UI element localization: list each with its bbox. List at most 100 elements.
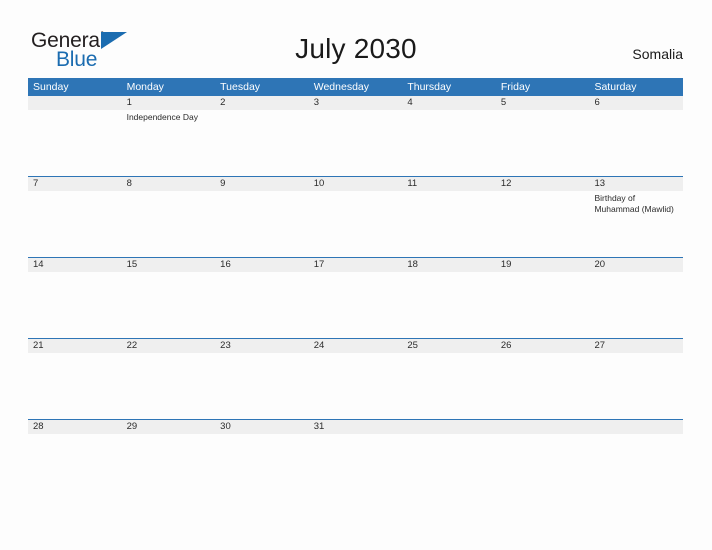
day-number[interactable]: 18 <box>402 258 496 272</box>
day-cell[interactable] <box>122 434 216 500</box>
day-cell[interactable] <box>402 272 496 338</box>
day-number[interactable]: 7 <box>28 177 122 191</box>
day-number[interactable]: 29 <box>122 420 216 434</box>
day-number-empty <box>589 420 683 434</box>
weekday-header-wednesday: Wednesday <box>313 81 369 93</box>
day-cell[interactable] <box>402 353 496 419</box>
day-cell[interactable] <box>215 272 309 338</box>
day-number[interactable]: 20 <box>589 258 683 272</box>
day-number[interactable]: 24 <box>309 339 403 353</box>
day-number-empty <box>496 420 590 434</box>
day-cell[interactable] <box>589 272 683 338</box>
day-number[interactable]: 13 <box>589 177 683 191</box>
day-cell[interactable] <box>28 434 122 500</box>
weekday-header-saturday: Saturday <box>594 81 637 93</box>
day-cell[interactable] <box>309 272 403 338</box>
calendar-week-row: 28 29 30 31 <box>28 419 683 500</box>
day-number[interactable]: 4 <box>402 96 496 110</box>
week-event-band: Birthday of Muhammad (Mawlid) <box>28 191 683 257</box>
day-number[interactable]: 10 <box>309 177 403 191</box>
calendar-week-row: 1 2 3 4 5 6 Independence Day <box>28 96 683 176</box>
day-cell[interactable] <box>309 191 403 257</box>
week-date-band: 14 15 16 17 18 19 20 <box>28 258 683 272</box>
day-cell[interactable] <box>215 110 309 176</box>
day-number[interactable]: 16 <box>215 258 309 272</box>
day-cell[interactable] <box>28 110 122 176</box>
day-cell[interactable] <box>496 434 590 500</box>
weekday-header-thursday: Thursday <box>407 81 452 93</box>
day-cell[interactable] <box>496 272 590 338</box>
day-cell[interactable] <box>589 434 683 500</box>
day-cell[interactable] <box>402 191 496 257</box>
day-number[interactable]: 28 <box>28 420 122 434</box>
day-number[interactable]: 9 <box>215 177 309 191</box>
day-number[interactable]: 2 <box>215 96 309 110</box>
holiday-label: Independence Day <box>126 112 198 122</box>
day-number[interactable]: 6 <box>589 96 683 110</box>
day-cell[interactable] <box>122 353 216 419</box>
day-cell[interactable] <box>122 191 216 257</box>
day-cell[interactable] <box>309 353 403 419</box>
day-cell[interactable] <box>589 353 683 419</box>
week-event-band: Independence Day <box>28 110 683 176</box>
calendar-weeks: 1 2 3 4 5 6 Independence Day 7 8 9 10 11 12 13 Birthda… <box>28 96 683 500</box>
day-number[interactable]: 30 <box>215 420 309 434</box>
day-number[interactable]: 22 <box>122 339 216 353</box>
weekday-header-sunday: Sunday <box>33 81 69 93</box>
day-number[interactable]: 31 <box>309 420 403 434</box>
weekday-header-tuesday: Tuesday <box>220 81 261 93</box>
calendar-page: General Blue July 2030 Somalia Sunday Mo… <box>0 0 712 550</box>
weekday-header-monday: Monday <box>126 81 164 93</box>
day-cell[interactable] <box>215 191 309 257</box>
day-cell[interactable] <box>309 434 403 500</box>
day-number[interactable]: 26 <box>496 339 590 353</box>
day-cell[interactable] <box>28 191 122 257</box>
day-number[interactable]: 8 <box>122 177 216 191</box>
calendar-week-row: 7 8 9 10 11 12 13 Birthday of Muhammad (Mawlid) <box>28 176 683 257</box>
day-cell[interactable] <box>402 110 496 176</box>
day-cell[interactable] <box>496 353 590 419</box>
day-number[interactable]: 5 <box>496 96 590 110</box>
calendar-grid: Sunday Monday Tuesday Wednesday Thursday… <box>28 78 683 500</box>
day-cell[interactable] <box>28 272 122 338</box>
day-cell[interactable] <box>309 110 403 176</box>
day-cell[interactable] <box>215 434 309 500</box>
day-cell[interactable] <box>215 353 309 419</box>
day-number[interactable]: 1 <box>122 96 216 110</box>
day-cell[interactable]: Independence Day <box>122 110 216 176</box>
day-number[interactable]: 3 <box>309 96 403 110</box>
day-cell[interactable] <box>496 110 590 176</box>
day-cell[interactable] <box>122 272 216 338</box>
day-number[interactable]: 25 <box>402 339 496 353</box>
page-header: General Blue July 2030 Somalia <box>0 0 712 78</box>
calendar-week-row: 14 15 16 17 18 19 20 <box>28 257 683 338</box>
day-number[interactable]: 27 <box>589 339 683 353</box>
day-cell[interactable] <box>28 353 122 419</box>
day-number[interactable]: 11 <box>402 177 496 191</box>
day-cell[interactable] <box>589 110 683 176</box>
day-number[interactable]: 19 <box>496 258 590 272</box>
page-title: July 2030 <box>295 33 417 64</box>
day-number[interactable]: 17 <box>309 258 403 272</box>
weekday-header-friday: Friday <box>500 81 531 93</box>
day-cell[interactable]: Birthday of Muhammad (Mawlid) <box>589 191 683 257</box>
calendar-week-row: 21 22 23 24 25 26 27 <box>28 338 683 419</box>
day-number[interactable]: 15 <box>122 258 216 272</box>
day-number[interactable]: 12 <box>496 177 590 191</box>
week-date-band: 123456 <box>28 96 683 110</box>
week-event-band <box>28 434 683 500</box>
week-date-band: 28 29 30 31 <box>28 420 683 434</box>
day-number-empty <box>28 96 122 110</box>
day-number[interactable]: 21 <box>28 339 122 353</box>
holiday-label: Birthday of Muhammad (Mawlid) <box>594 193 674 214</box>
day-number[interactable]: 23 <box>215 339 309 353</box>
day-cell[interactable] <box>402 434 496 500</box>
week-event-band <box>28 272 683 338</box>
week-date-band: 7 8 9 10 11 12 13 <box>28 177 683 191</box>
week-date-band: 21 22 23 24 25 26 27 <box>28 339 683 353</box>
day-number[interactable]: 14 <box>28 258 122 272</box>
weekday-header-row: Sunday Monday Tuesday Wednesday Thursday… <box>28 78 683 96</box>
day-number-empty <box>402 420 496 434</box>
country-label: Somalia <box>632 46 683 62</box>
day-cell[interactable] <box>496 191 590 257</box>
